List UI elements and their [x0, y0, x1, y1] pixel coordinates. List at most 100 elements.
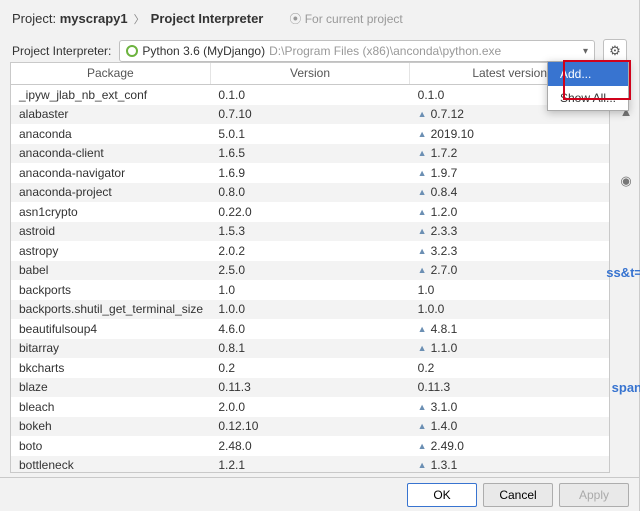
upgrade-icon: ▲ [418, 148, 427, 158]
python-icon [126, 45, 138, 57]
interpreter-name: Python 3.6 (MyDjango) [142, 44, 265, 58]
gear-button[interactable]: ⚙ [603, 39, 627, 63]
breadcrumb: Project: myscrapy1 〉 Project Interpreter… [12, 10, 627, 27]
upgrade-icon: ▲ [418, 246, 427, 256]
pkg-version: 1.0.0 [210, 302, 409, 316]
table-row[interactable]: _ipyw_jlab_nb_ext_conf0.1.00.1.0 [11, 85, 609, 105]
project-label: Project: myscrapy1 [12, 11, 128, 26]
table-row[interactable]: beautifulsoup44.6.0▲4.8.1 [11, 319, 609, 339]
table-row[interactable]: blaze0.11.30.11.3 [11, 378, 609, 398]
pkg-name: boto [11, 439, 210, 453]
gear-icon: ⚙ [609, 43, 621, 59]
pkg-latest: ▲2019.10 [410, 127, 609, 141]
table-row[interactable]: astroid1.5.3▲2.3.3 [11, 222, 609, 242]
table-row[interactable]: astropy2.0.2▲3.2.3 [11, 241, 609, 261]
pkg-name: astroid [11, 224, 210, 238]
table-row[interactable]: backports1.01.0 [11, 280, 609, 300]
upgrade-icon: ▲ [418, 109, 427, 119]
pkg-version: 1.5.3 [210, 224, 409, 238]
interpreter-path: D:\Program Files (x86)\anconda\python.ex… [269, 44, 501, 58]
table-row[interactable]: anaconda5.0.1▲2019.10 [11, 124, 609, 144]
pkg-latest: ▲1.3.1 [410, 458, 609, 472]
upgrade-icon: ▲ [418, 168, 427, 178]
pkg-latest: ▲2.3.3 [410, 224, 609, 238]
pkg-version: 2.0.0 [210, 400, 409, 414]
pkg-latest: ▲2.49.0 [410, 439, 609, 453]
interpreter-dropdown[interactable]: Python 3.6 (MyDjango) D:\Program Files (… [119, 40, 595, 62]
pkg-latest: ▲4.8.1 [410, 322, 609, 336]
pkg-latest: ▲1.7.2 [410, 146, 609, 160]
upgrade-icon: ▲ [418, 343, 427, 353]
pkg-name: backports.shutil_get_terminal_size [11, 302, 210, 316]
pkg-name: backports [11, 283, 210, 297]
table-row[interactable]: bkcharts0.20.2 [11, 358, 609, 378]
pkg-version: 0.7.10 [210, 107, 409, 121]
upgrade-icon: ▲ [418, 226, 427, 236]
ok-button[interactable]: OK [407, 483, 477, 507]
col-package[interactable]: Package [11, 63, 211, 84]
pkg-name: babel [11, 263, 210, 277]
pkg-name: blaze [11, 380, 210, 394]
pkg-version: 0.12.10 [210, 419, 409, 433]
table-row[interactable]: bottleneck1.2.1▲1.3.1 [11, 456, 609, 473]
pkg-name: bokeh [11, 419, 210, 433]
menu-add[interactable]: Add... [548, 62, 628, 86]
pkg-version: 1.6.9 [210, 166, 409, 180]
table-row[interactable]: boto2.48.0▲2.49.0 [11, 436, 609, 456]
upgrade-icon: ▲ [418, 402, 427, 412]
pkg-version: 2.5.0 [210, 263, 409, 277]
table-row[interactable]: backports.shutil_get_terminal_size1.0.01… [11, 300, 609, 320]
pkg-name: anaconda-client [11, 146, 210, 160]
pkg-latest: ▲3.1.0 [410, 400, 609, 414]
pkg-version: 0.8.0 [210, 185, 409, 199]
interpreter-label: Project Interpreter: [12, 44, 111, 58]
table-row[interactable]: asn1crypto0.22.0▲1.2.0 [11, 202, 609, 222]
pkg-version: 0.22.0 [210, 205, 409, 219]
eye-icon[interactable]: ◉ [620, 173, 631, 189]
pkg-version: 5.0.1 [210, 127, 409, 141]
table-row[interactable]: bleach2.0.0▲3.1.0 [11, 397, 609, 417]
pkg-latest: 0.11.3 [410, 380, 609, 394]
pkg-latest: ▲3.2.3 [410, 244, 609, 258]
pkg-version: 0.11.3 [210, 380, 409, 394]
page-title: Project Interpreter [151, 11, 264, 26]
pkg-name: beautifulsoup4 [11, 322, 210, 336]
pkg-version: 2.0.2 [210, 244, 409, 258]
upgrade-icon: ▲ [418, 207, 427, 217]
pkg-latest: ▲0.8.4 [410, 185, 609, 199]
cancel-button[interactable]: Cancel [483, 483, 553, 507]
table-row[interactable]: alabaster0.7.10▲0.7.12 [11, 105, 609, 125]
table-row[interactable]: anaconda-client1.6.5▲1.7.2 [11, 144, 609, 164]
for-current-label: ⦿ For current project [289, 10, 402, 27]
chevron-down-icon: ▾ [583, 46, 588, 57]
pkg-name: asn1crypto [11, 205, 210, 219]
table-row[interactable]: anaconda-project0.8.0▲0.8.4 [11, 183, 609, 203]
table-row[interactable]: bokeh0.12.10▲1.4.0 [11, 417, 609, 437]
table-row[interactable]: babel2.5.0▲2.7.0 [11, 261, 609, 281]
menu-show-all[interactable]: Show All... [548, 86, 628, 110]
pkg-latest: 0.2 [410, 361, 609, 375]
pkg-latest: 1.0 [410, 283, 609, 297]
upgrade-icon: ▲ [418, 129, 427, 139]
pkg-latest: 1.0.0 [410, 302, 609, 316]
upgrade-icon: ▲ [418, 421, 427, 431]
pkg-name: bottleneck [11, 458, 210, 472]
table-row[interactable]: anaconda-navigator1.6.9▲1.9.7 [11, 163, 609, 183]
external-text-2: span [612, 380, 640, 395]
pkg-version: 2.48.0 [210, 439, 409, 453]
apply-button[interactable]: Apply [559, 483, 629, 507]
upgrade-icon: ▲ [418, 265, 427, 275]
packages-table: Package Version Latest version _ipyw_jla… [10, 62, 610, 473]
pkg-version: 1.2.1 [210, 458, 409, 472]
pkg-version: 0.1.0 [210, 88, 409, 102]
pkg-version: 0.2 [210, 361, 409, 375]
pkg-version: 0.8.1 [210, 341, 409, 355]
pkg-name: bkcharts [11, 361, 210, 375]
pkg-name: anaconda-navigator [11, 166, 210, 180]
pkg-latest: ▲1.9.7 [410, 166, 609, 180]
upgrade-icon: ▲ [418, 324, 427, 334]
external-text-1: ss&t= [606, 265, 640, 280]
table-row[interactable]: bitarray0.8.1▲1.1.0 [11, 339, 609, 359]
col-version[interactable]: Version [211, 63, 411, 84]
pkg-version: 1.6.5 [210, 146, 409, 160]
